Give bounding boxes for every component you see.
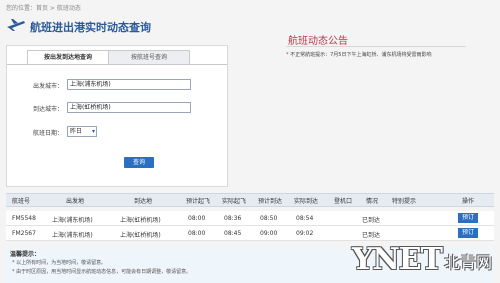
search-panel: 按出发到达地查询 按航班号查询 出发城市： 上海(浦东机场) 到达城市： 上海(… [6,45,228,187]
act-dep: 08:45 [224,230,242,237]
tab-divider [7,64,227,65]
to-airport: 上海(虹桥机场) [120,232,161,239]
chevron-down-icon: ▾ [91,128,95,135]
tip-item: * 由于时区原因，用当地时间显示航班动态信息，可能会有日期调整，敬请留意。 [12,269,192,275]
table-row: FM5548 上海(浦东机场) 上海(虹桥机场) 08:00 08:36 08:… [6,211,494,226]
sched-arr: 09:00 [260,230,278,237]
table-row: FM2567 上海(浦东机场) 上海(虹桥机场) 08:00 08:45 09:… [6,226,494,241]
header-note: 特别提示 [392,198,417,205]
date-select-value: 昨日 [70,128,83,135]
airplane-logo-icon [7,19,25,31]
sched-dep: 08:00 [188,230,206,237]
tab-by-flight-number[interactable]: 按航班号查询 [108,50,190,65]
departure-label: 出发城市： [32,83,63,90]
header-status: 情况 [366,198,379,205]
header-sched-dep: 预计起飞 [186,198,211,205]
book-button[interactable]: 预订 [458,228,478,238]
header-gate: 登机口 [334,198,353,205]
arrival-label: 到达城市： [32,106,63,113]
status: 已到达 [362,232,381,239]
act-arr: 09:02 [296,230,314,237]
date-label: 航班日期： [32,130,63,137]
flight-number[interactable]: FM5548 [12,215,36,222]
header-act-dep: 实际起飞 [222,198,247,205]
to-airport: 上海(虹桥机场) [120,217,161,224]
status: 已到达 [362,217,381,224]
header-action: 操作 [462,198,475,205]
tips-title: 温馨提示： [10,251,41,258]
act-dep: 08:36 [224,215,242,222]
header-to: 到达地 [134,198,153,205]
header-act-arr: 实际到达 [294,198,319,205]
table-header: 航班号 出发地 到达地 预计起飞 实际起飞 预计到达 实际到达 登机口 情况 特… [6,193,494,207]
sched-arr: 08:50 [260,215,278,222]
act-arr: 08:54 [296,215,314,222]
sched-dep: 08:00 [188,215,206,222]
header-from: 出发地 [66,198,85,205]
notice-item[interactable]: * 不正常航班提示：7月5日下午上海虹桥、浦东机场将受雷雨影响 [286,51,431,58]
notice-title: 航班动态公告 [288,36,348,47]
notice-divider [286,46,466,47]
arrival-city-input[interactable]: 上海(虹桥机场) [67,102,191,113]
notice-text: 不正常航班提示：7月5日下午上海虹桥、浦东机场将受雷雨影响 [290,52,432,58]
watermark-main: YNET [351,242,443,277]
page-title: 航班进出港实时动态查询 [30,21,151,34]
breadcrumb: 您的位置：首页 > 航班动态 [6,5,81,12]
watermark-sub: 北青网 [443,253,492,272]
flight-number[interactable]: FM2567 [12,230,36,237]
tab-by-city[interactable]: 按出发到达地查询 [27,50,109,65]
departure-city-input[interactable]: 上海(浦东机场) [67,79,191,90]
star-icon: * [286,52,289,58]
header-sched-arr: 预计到达 [258,198,283,205]
from-airport: 上海(浦东机场) [52,232,93,239]
from-airport: 上海(浦东机场) [52,217,93,224]
date-select[interactable]: 昨日 ▾ [67,126,97,137]
tip-item: * 以上所有时间，为当地时间，敬请留意。 [12,260,107,266]
book-button[interactable]: 预订 [458,213,478,223]
header-flight: 航班号 [12,198,31,205]
query-button[interactable]: 查询 [124,157,154,168]
